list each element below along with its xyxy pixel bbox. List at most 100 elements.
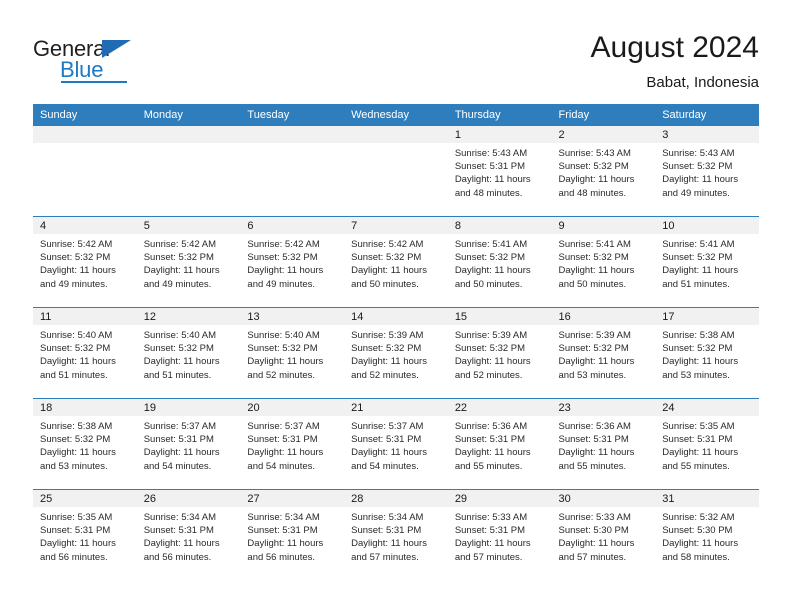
sunset-time: Sunset: 5:31 PM xyxy=(40,525,111,537)
calendar-day-cell[interactable]: 1 Sunrise: 5:43 AM Sunset: 5:31 PM Daylight… xyxy=(447,126,552,217)
sunset-time: Sunset: 5:32 PM xyxy=(40,343,111,355)
day-details: Sunrise: 5:35 AM Sunset: 5:31 PM Daylight:… xyxy=(655,416,759,473)
day-number: 27 xyxy=(240,490,345,507)
day-details: Sunrise: 5:33 AM Sunset: 5:30 PM Daylight:… xyxy=(552,507,656,564)
calendar-day-cell[interactable]: 17 Sunrise: 5:38 AM Sunset: 5:32 PM Dayligh… xyxy=(655,307,759,399)
calendar-day-cell[interactable]: 8 Sunrise: 5:41 AM Sunset: 5:32 PM Daylight… xyxy=(447,216,552,308)
calendar-day-cell[interactable]: 14 Sunrise: 5:39 AM Sunset: 5:32 PM Dayligh… xyxy=(344,307,448,399)
day-cell-inner xyxy=(344,126,448,216)
calendar-day-cell[interactable]: 15 Sunrise: 5:39 AM Sunset: 5:32 PM Dayligh… xyxy=(447,307,552,399)
daylight-duration-line1: Daylight: 11 hours xyxy=(351,447,427,459)
calendar-day-cell[interactable]: 13 Sunrise: 5:40 AM Sunset: 5:32 PM Dayligh… xyxy=(240,307,345,399)
sunset-time: Sunset: 5:31 PM xyxy=(454,161,526,173)
daylight-duration-line1: Daylight: 11 hours xyxy=(558,265,635,277)
sunset-time: Sunset: 5:31 PM xyxy=(247,525,318,537)
calendar-day-cell[interactable]: 12 Sunrise: 5:40 AM Sunset: 5:32 PM Dayligh… xyxy=(136,307,241,399)
day-number: 11 xyxy=(33,308,137,325)
weekday-header-tuesday: Tuesday xyxy=(240,104,345,126)
calendar-day-cell[interactable]: 23 Sunrise: 5:36 AM Sunset: 5:31 PM Dayligh… xyxy=(551,398,656,490)
calendar-day-cell[interactable]: 20 Sunrise: 5:37 AM Sunset: 5:31 PM Dayligh… xyxy=(240,398,345,490)
daylight-duration-line2: and 49 minutes. xyxy=(662,187,730,199)
calendar-day-cell[interactable]: 18 Sunrise: 5:38 AM Sunset: 5:32 PM Dayligh… xyxy=(33,398,137,490)
weekday-header-row: Sunday Monday Tuesday Wednesday Thursday… xyxy=(33,104,759,126)
day-cell-inner: 30 Sunrise: 5:33 AM Sunset: 5:30 PM Dayligh… xyxy=(551,490,656,580)
day-cell-inner xyxy=(240,126,345,216)
day-number: 26 xyxy=(136,490,241,507)
day-details: Sunrise: 5:36 AM Sunset: 5:31 PM Daylight:… xyxy=(448,416,552,473)
day-number: 22 xyxy=(447,399,552,416)
calendar-day-cell[interactable]: 27 Sunrise: 5:34 AM Sunset: 5:31 PM Dayligh… xyxy=(240,489,345,580)
sunrise-time: Sunrise: 5:34 AM xyxy=(247,512,320,523)
day-details: Sunrise: 5:38 AM Sunset: 5:32 PM Daylight:… xyxy=(655,325,759,382)
calendar-day-cell[interactable]: 4 Sunrise: 5:42 AM Sunset: 5:32 PM Daylight… xyxy=(33,216,137,308)
sunrise-time: Sunrise: 5:37 AM xyxy=(247,421,320,432)
calendar-day-cell[interactable]: 3 Sunrise: 5:43 AM Sunset: 5:32 PM Daylight… xyxy=(655,126,759,217)
day-details: Sunrise: 5:37 AM Sunset: 5:31 PM Daylight:… xyxy=(344,416,448,473)
calendar-day-cell[interactable]: 25 Sunrise: 5:35 AM Sunset: 5:31 PM Dayligh… xyxy=(33,489,137,580)
calendar-day-cell[interactable]: 21 Sunrise: 5:37 AM Sunset: 5:31 PM Dayligh… xyxy=(344,398,448,490)
sunset-time: Sunset: 5:32 PM xyxy=(143,252,214,264)
logo-text-blue: Blue xyxy=(60,57,104,82)
calendar-day-cell[interactable]: 24 Sunrise: 5:35 AM Sunset: 5:31 PM Dayligh… xyxy=(655,398,759,490)
calendar-day-cell-empty xyxy=(240,126,345,217)
day-cell-inner: 8 Sunrise: 5:41 AM Sunset: 5:32 PM Daylight… xyxy=(447,217,552,307)
sunset-time: Sunset: 5:31 PM xyxy=(454,434,526,446)
calendar-day-cell[interactable]: 30 Sunrise: 5:33 AM Sunset: 5:30 PM Dayligh… xyxy=(551,489,656,580)
sunrise-time: Sunrise: 5:42 AM xyxy=(143,239,217,250)
day-cell-inner: 14 Sunrise: 5:39 AM Sunset: 5:32 PM Dayligh… xyxy=(344,308,448,398)
calendar-day-cell[interactable]: 6 Sunrise: 5:42 AM Sunset: 5:32 PM Daylight… xyxy=(240,216,345,308)
daylight-duration-line2: and 58 minutes. xyxy=(662,551,730,563)
sunset-time: Sunset: 5:30 PM xyxy=(558,525,629,537)
day-number: 1 xyxy=(447,126,552,143)
daylight-duration-line1: Daylight: 11 hours xyxy=(40,538,116,550)
daylight-duration-line2: and 53 minutes. xyxy=(40,460,108,472)
daylight-duration-line1: Daylight: 11 hours xyxy=(662,356,739,368)
daylight-duration-line1: Daylight: 11 hours xyxy=(662,265,739,277)
day-cell-inner: 27 Sunrise: 5:34 AM Sunset: 5:31 PM Dayligh… xyxy=(240,490,345,580)
daylight-duration-line2: and 49 minutes. xyxy=(143,278,212,290)
day-cell-inner: 7 Sunrise: 5:42 AM Sunset: 5:32 PM Daylight… xyxy=(344,217,448,307)
day-cell-inner: 25 Sunrise: 5:35 AM Sunset: 5:31 PM Dayligh… xyxy=(33,490,137,580)
calendar-day-cell[interactable]: 26 Sunrise: 5:34 AM Sunset: 5:31 PM Dayligh… xyxy=(136,489,241,580)
day-details: Sunrise: 5:34 AM Sunset: 5:31 PM Daylight:… xyxy=(344,507,448,564)
day-details: Sunrise: 5:35 AM Sunset: 5:31 PM Daylight:… xyxy=(33,507,137,564)
day-cell-inner: 24 Sunrise: 5:35 AM Sunset: 5:31 PM Dayligh… xyxy=(655,399,759,489)
daylight-duration-line2: and 53 minutes. xyxy=(662,369,730,381)
calendar-day-cell[interactable]: 9 Sunrise: 5:41 AM Sunset: 5:32 PM Daylight… xyxy=(551,216,656,308)
day-number: 5 xyxy=(136,217,241,234)
daylight-duration-line1: Daylight: 11 hours xyxy=(40,356,116,368)
daylight-duration-line2: and 51 minutes. xyxy=(40,369,108,381)
day-number: 20 xyxy=(240,399,345,416)
sunrise-time: Sunrise: 5:36 AM xyxy=(558,421,631,432)
day-number xyxy=(344,126,448,143)
sunrise-time: Sunrise: 5:37 AM xyxy=(351,421,424,432)
daylight-duration-line2: and 56 minutes. xyxy=(40,551,108,563)
day-number xyxy=(33,126,137,143)
sunrise-time: Sunrise: 5:35 AM xyxy=(662,421,735,432)
day-details: Sunrise: 5:37 AM Sunset: 5:31 PM Daylight:… xyxy=(137,416,241,473)
calendar-day-cell[interactable]: 11 Sunrise: 5:40 AM Sunset: 5:32 PM Dayligh… xyxy=(33,307,137,399)
calendar-day-cell[interactable]: 16 Sunrise: 5:39 AM Sunset: 5:32 PM Dayligh… xyxy=(551,307,656,399)
calendar-day-cell[interactable]: 5 Sunrise: 5:42 AM Sunset: 5:32 PM Daylight… xyxy=(136,216,241,308)
sunset-time: Sunset: 5:32 PM xyxy=(40,434,111,446)
calendar-day-cell[interactable]: 31 Sunrise: 5:32 AM Sunset: 5:30 PM Dayligh… xyxy=(655,489,759,580)
calendar-day-cell[interactable]: 29 Sunrise: 5:33 AM Sunset: 5:31 PM Dayligh… xyxy=(447,489,552,580)
daylight-duration-line1: Daylight: 11 hours xyxy=(247,447,324,459)
calendar-day-cell[interactable]: 22 Sunrise: 5:36 AM Sunset: 5:31 PM Dayligh… xyxy=(447,398,552,490)
calendar-day-cell[interactable]: 2 Sunrise: 5:43 AM Sunset: 5:32 PM Daylight… xyxy=(551,126,656,217)
daylight-duration-line1: Daylight: 11 hours xyxy=(454,356,531,368)
sunset-time: Sunset: 5:30 PM xyxy=(662,525,733,537)
calendar-day-cell[interactable]: 28 Sunrise: 5:34 AM Sunset: 5:31 PM Dayligh… xyxy=(344,489,448,580)
sunset-time: Sunset: 5:31 PM xyxy=(351,434,422,446)
sunset-time: Sunset: 5:32 PM xyxy=(662,252,733,264)
day-cell-inner: 12 Sunrise: 5:40 AM Sunset: 5:32 PM Dayligh… xyxy=(136,308,241,398)
daylight-duration-line1: Daylight: 11 hours xyxy=(247,356,324,368)
calendar-day-cell[interactable]: 10 Sunrise: 5:41 AM Sunset: 5:32 PM Dayligh… xyxy=(655,216,759,308)
calendar-day-cell[interactable]: 19 Sunrise: 5:37 AM Sunset: 5:31 PM Dayligh… xyxy=(136,398,241,490)
calendar-day-cell[interactable]: 7 Sunrise: 5:42 AM Sunset: 5:32 PM Daylight… xyxy=(344,216,448,308)
day-number: 31 xyxy=(655,490,759,507)
daylight-duration-line1: Daylight: 11 hours xyxy=(40,447,116,459)
daylight-duration-line1: Daylight: 11 hours xyxy=(40,265,116,277)
daylight-duration-line2: and 57 minutes. xyxy=(558,551,627,563)
general-blue-logo[interactable]: General Blue xyxy=(33,36,153,84)
